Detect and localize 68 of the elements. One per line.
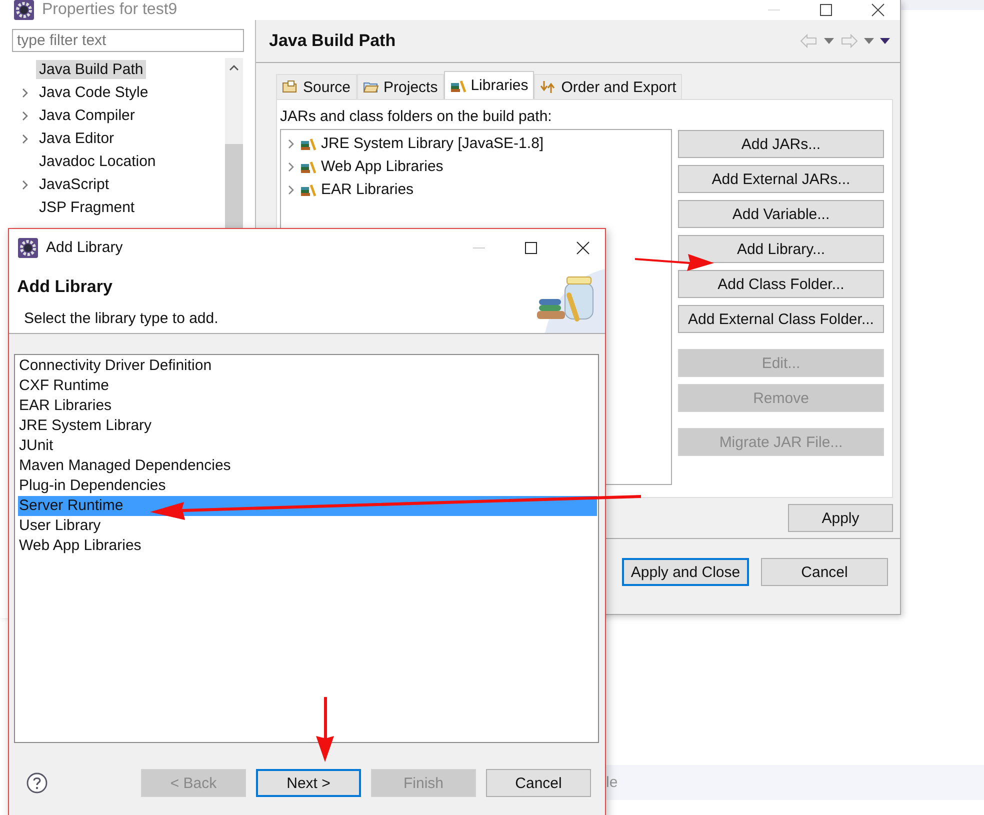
tab[interactable]: Projects: [356, 74, 444, 99]
dialog-heading: Add Library: [17, 277, 112, 297]
nav-item[interactable]: JavaScript: [36, 175, 112, 194]
gear-icon: [14, 0, 34, 20]
books-icon: [300, 182, 316, 196]
footer-button[interactable]: Cancel: [761, 558, 888, 586]
gear-icon: [18, 238, 38, 258]
library-type-item[interactable]: Connectivity Driver Definition: [18, 356, 597, 376]
library-item[interactable]: Web App Libraries: [321, 158, 444, 175]
tab[interactable]: Libraries: [444, 71, 534, 99]
arrow-annotation: [316, 697, 334, 762]
nav-item[interactable]: JSP Fragment: [36, 198, 138, 217]
library-type-item[interactable]: CXF Runtime: [18, 376, 597, 396]
help-icon[interactable]: [26, 772, 48, 794]
wizard-button[interactable]: Cancel: [486, 769, 591, 797]
library-type-item[interactable]: JUnit: [18, 436, 597, 456]
filter-field[interactable]: type filter text: [12, 29, 244, 52]
side-button[interactable]: Add JARs...: [678, 130, 884, 158]
chevron-icon[interactable]: [287, 138, 295, 150]
libraries-caption: JARs and class folders on the build path:: [280, 108, 553, 125]
maximize-icon[interactable]: [523, 240, 539, 256]
side-button[interactable]: Add Variable...: [678, 200, 884, 228]
chevron-icon[interactable]: [21, 132, 29, 144]
library-type-list[interactable]: Connectivity Driver Definition CXF Runtime EAR Libraries JRE System Library JUnit Maven Managed Dependencies Plug-in Dependencies Server Runtime User Library Web App Libraries: [14, 354, 599, 743]
library-type-item[interactable]: JRE System Library: [18, 416, 597, 436]
chevron-icon[interactable]: [287, 160, 295, 172]
side-button[interactable]: Add Class Folder...: [678, 270, 884, 298]
library-type-item[interactable]: Plug-in Dependencies: [18, 476, 597, 496]
chevron-icon[interactable]: [21, 178, 29, 190]
library-type-item[interactable]: EAR Libraries: [18, 396, 597, 416]
tab[interactable]: Source: [276, 74, 357, 99]
close-icon[interactable]: [575, 240, 591, 256]
dropdown-icon[interactable]: [864, 38, 874, 44]
arrows-icon: [540, 80, 556, 94]
page-title: Java Build Path: [269, 31, 396, 51]
maximize-icon[interactable]: [818, 2, 834, 18]
books-icon: [300, 160, 316, 174]
background-text: le: [606, 774, 618, 791]
chevron-icon[interactable]: [287, 184, 295, 196]
dialog-title: Add Library: [46, 239, 123, 256]
dialog-description: Select the library type to add.: [24, 310, 218, 327]
side-button[interactable]: Add Library...: [678, 235, 884, 263]
chevron-icon[interactable]: [21, 86, 29, 98]
apply-button[interactable]: Apply: [788, 504, 893, 532]
folder-icon: [362, 80, 379, 94]
tab[interactable]: Order and Export: [534, 74, 682, 99]
menu-icon[interactable]: [880, 38, 890, 44]
nav-item[interactable]: Java Compiler: [36, 106, 138, 125]
library-type-item[interactable]: Maven Managed Dependencies: [18, 456, 597, 476]
chevron-icon[interactable]: [21, 110, 29, 122]
folder-icon: [282, 80, 298, 94]
nav-item[interactable]: Javadoc Location: [36, 152, 159, 171]
library-type-item[interactable]: User Library: [18, 516, 597, 536]
footer-button[interactable]: Apply and Close: [622, 558, 749, 586]
side-button[interactable]: Add External JARs...: [678, 165, 884, 193]
dropdown-icon[interactable]: [824, 38, 834, 44]
close-icon[interactable]: [870, 2, 886, 18]
books-icon: [300, 136, 316, 150]
nav-item[interactable]: Java Build Path: [36, 60, 146, 79]
window-title: Properties for test9: [42, 1, 178, 19]
library-item[interactable]: JRE System Library [JavaSE-1.8]: [321, 135, 544, 152]
nav-item[interactable]: Java Code Style: [36, 83, 152, 102]
wizard-button[interactable]: Next >: [256, 769, 361, 797]
nav-item[interactable]: Java Editor: [36, 129, 118, 148]
books-icon: [450, 78, 466, 92]
library-type-item[interactable]: Web App Libraries: [18, 536, 597, 556]
library-item[interactable]: EAR Libraries: [321, 181, 414, 198]
side-button[interactable]: Add External Class Folder...: [678, 305, 884, 333]
